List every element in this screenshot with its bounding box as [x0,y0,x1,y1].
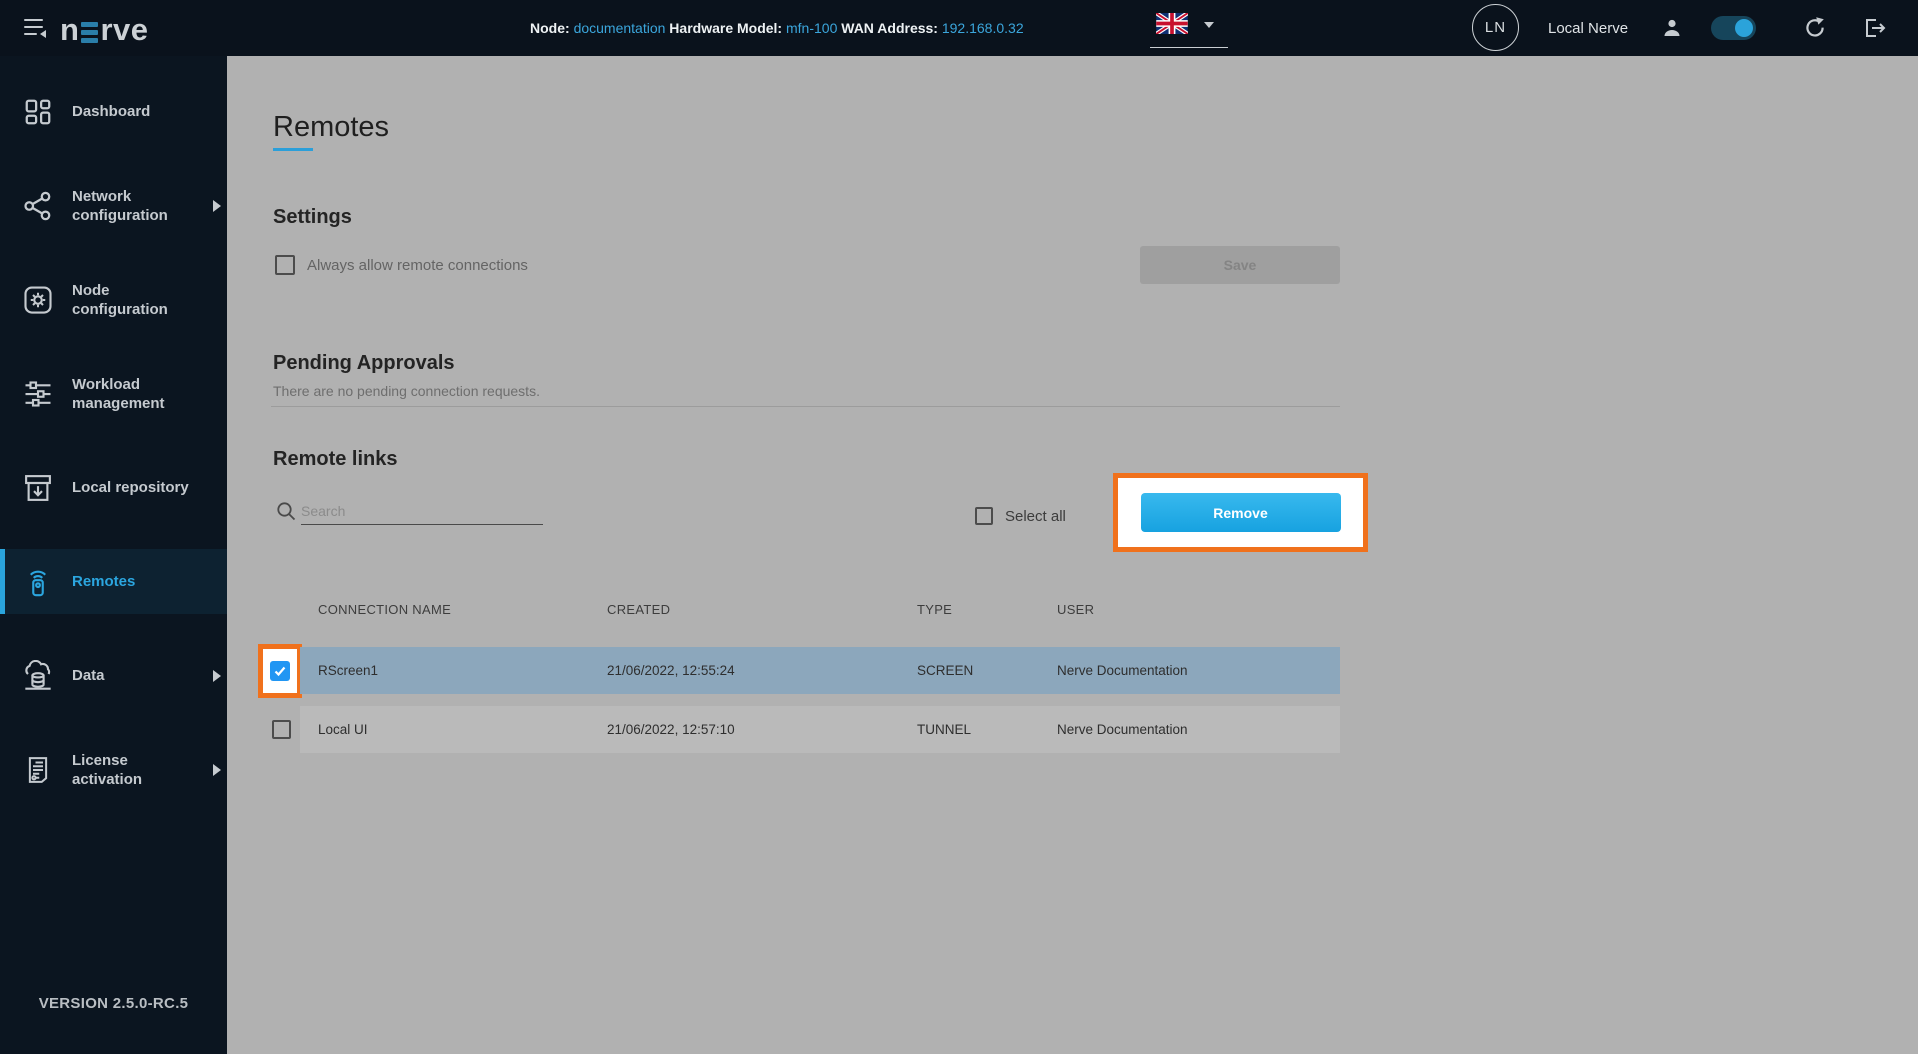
cell-type: TUNNEL [917,722,972,737]
sidebar-item-label: Network configuration [72,187,168,224]
sidebar-item-label: Remotes [72,573,136,590]
cell-connection-name: Local UI [318,722,368,737]
select-all-checkbox[interactable] [975,507,993,525]
node-label: Node: [530,20,570,36]
hardware-model-value: mfn-100 [786,20,838,36]
sidebar-item-label: Dashboard [72,103,151,120]
logo-e-bars-icon [81,21,99,43]
page-title: Remotes [273,111,390,143]
remove-button[interactable]: Remove [1140,493,1341,532]
remote-links-heading: Remote links [273,448,398,470]
cell-type: SCREEN [917,663,974,678]
settings-heading: Settings [273,206,352,228]
chevron-down-icon [1204,22,1214,28]
search-input[interactable] [301,497,543,525]
wan-address-value: 192.168.0.32 [941,20,1024,36]
cell-connection-name: RScreen1 [318,663,379,678]
sidebar-item-node-configuration[interactable]: Node configuration [0,267,227,332]
sidebar-item-label: License activation [72,751,143,788]
hardware-model-label: Hardware Model: [669,20,783,36]
check-icon [274,666,286,677]
sidebar-item-remotes[interactable]: Remotes [0,549,227,614]
toggle-knob [1735,19,1753,37]
search-icon [277,502,296,521]
always-allow-label: Always allow remote connections [307,257,528,274]
logo-text-rve: rve [100,12,149,47]
wan-address-label: WAN Address: [841,20,938,36]
chevron-right-icon [213,199,221,212]
node-value: documentation [573,20,666,36]
sidebar-item-network-configuration[interactable]: Network configuration [0,173,227,238]
row-checkbox[interactable] [272,720,291,739]
sidebar-item-label: Node configuration [72,281,168,318]
save-button[interactable]: Save [1140,246,1340,284]
sidebar-item-workload-management[interactable]: Workload management [0,361,227,426]
topbar: n rve Node: documentation Hardware Model… [0,0,1918,56]
node-info: Node: documentation Hardware Model: mfn-… [530,0,1024,56]
license-icon [20,755,56,785]
network-icon [20,191,56,221]
repository-icon [20,473,56,503]
workload-icon [20,379,56,409]
section-divider [271,406,1340,407]
user-icon[interactable] [1660,16,1684,40]
column-header-connection-name: CONNECTION NAME [318,602,452,617]
collapse-sidebar-icon[interactable] [24,17,46,39]
cell-user: Nerve Documentation [1057,663,1188,678]
column-header-type: TYPE [917,602,953,617]
chevron-right-icon [213,669,221,682]
dashboard-icon [20,97,56,127]
sidebar-item-license-activation[interactable]: License activation [0,737,227,802]
uk-flag-icon [1156,13,1188,34]
column-header-created: CREATED [607,602,671,617]
table-header-row: CONNECTION NAME CREATED TYPE USER [300,602,1340,617]
row-checkbox-highlight [258,644,302,698]
remove-button-highlight: Remove [1113,473,1368,552]
data-icon [20,659,56,692]
sidebar-item-dashboard[interactable]: Dashboard [0,79,227,144]
pending-approvals-empty-text: There are no pending connection requests… [273,383,540,399]
table-row[interactable]: RScreen1 21/06/2022, 12:55:24 SCREEN Ner… [300,647,1340,694]
language-selector[interactable] [1150,8,1230,48]
pending-approvals-heading: Pending Approvals [273,352,455,374]
logo-text-n: n [60,12,80,47]
nerve-local-ui: n rve Node: documentation Hardware Model… [0,0,1918,1054]
theme-toggle[interactable] [1711,16,1756,40]
sidebar: Dashboard Network configuration Node con… [0,56,227,1054]
cell-user: Nerve Documentation [1057,722,1188,737]
always-allow-checkbox[interactable] [275,255,295,275]
logout-icon[interactable] [1862,16,1888,40]
sidebar-item-local-repository[interactable]: Local repository [0,455,227,520]
node-config-icon [20,285,56,315]
chevron-right-icon [213,763,221,776]
sidebar-item-data[interactable]: Data [0,643,227,708]
main-content: Remotes Settings Always allow remote con… [227,56,1918,1054]
username: Local Nerve [1548,19,1629,37]
reboot-icon[interactable] [1803,16,1827,40]
sidebar-item-label: Local repository [72,479,189,496]
nerve-logo: n rve [60,12,148,48]
select-all-label: Select all [1005,508,1066,525]
sidebar-item-label: Workload management [72,375,165,412]
remote-icon [20,567,56,597]
table-row[interactable]: Local UI 21/06/2022, 12:57:10 TUNNEL Ner… [300,706,1340,753]
cell-created: 21/06/2022, 12:55:24 [607,663,735,678]
row-checkbox-checked[interactable] [270,661,290,681]
avatar-initials: LN [1484,19,1507,36]
avatar[interactable]: LN [1472,4,1519,51]
title-underline [273,148,313,151]
sidebar-item-label: Data [72,667,105,684]
column-header-user: USER [1057,602,1095,617]
cell-created: 21/06/2022, 12:57:10 [607,722,735,737]
version-text: VERSION 2.5.0-RC.5 [38,995,189,1012]
